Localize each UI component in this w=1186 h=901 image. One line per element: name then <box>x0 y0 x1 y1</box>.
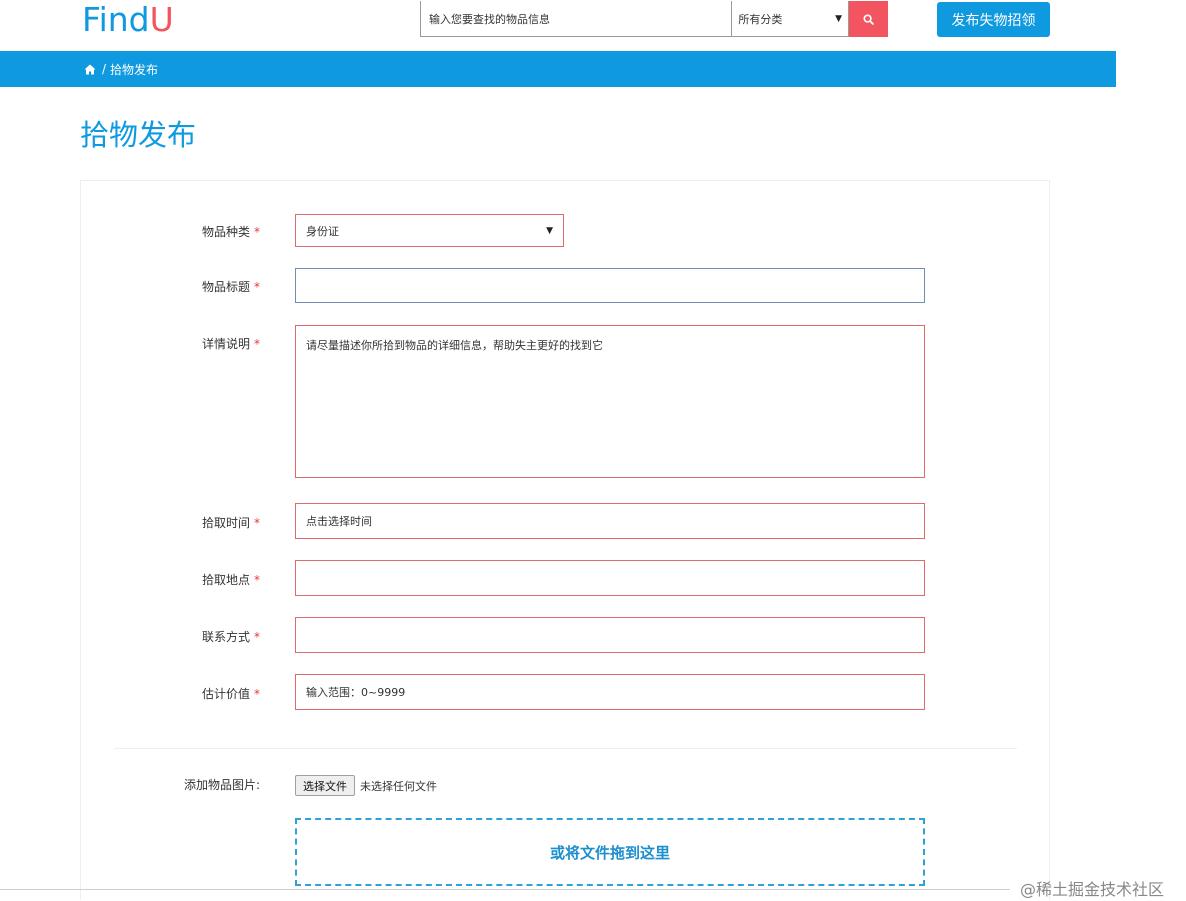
file-dropzone[interactable]: 或将文件拖到这里 <box>295 818 925 886</box>
breadcrumb: / 拾物发布 <box>0 51 1116 87</box>
choose-file-button[interactable]: 选择文件 <box>295 775 355 796</box>
required-mark: * <box>254 516 260 530</box>
item-type-label-text: 物品种类 <box>201 225 250 239</box>
item-type-label: 物品种类 * <box>80 223 260 240</box>
page-title: 拾物发布 <box>80 118 197 152</box>
page-bottom-line <box>0 889 1010 890</box>
search-bar: 输入您要查找的物品信息 所有分类 ▼ <box>420 1 888 37</box>
required-mark: * <box>254 573 260 587</box>
pick-time-label: 拾取时间 * <box>80 514 260 531</box>
pick-place-label-text: 拾取地点 <box>201 573 250 587</box>
top-header: FindU 输入您要查找的物品信息 所有分类 ▼ 发布失物招领 <box>0 0 1116 51</box>
category-select-value: 所有分类 <box>738 12 783 26</box>
breadcrumb-separator: / <box>102 62 107 76</box>
category-select[interactable]: 所有分类 ▼ <box>731 1 850 37</box>
required-mark: * <box>254 280 260 294</box>
value-input[interactable]: 输入范围：0~9999 <box>295 674 925 710</box>
required-mark: * <box>254 225 260 239</box>
logo[interactable]: FindU <box>82 0 174 40</box>
logo-text-u: U <box>149 0 174 39</box>
details-label: 详情说明 * <box>80 335 260 352</box>
pick-time-label-text: 拾取时间 <box>201 516 250 530</box>
required-mark: * <box>254 630 260 644</box>
value-label-text: 估计价值 <box>201 687 250 701</box>
item-title-input[interactable] <box>295 268 925 303</box>
search-button[interactable] <box>849 1 888 37</box>
contact-label: 联系方式 * <box>80 628 260 645</box>
section-divider <box>114 748 1017 749</box>
search-input[interactable]: 输入您要查找的物品信息 <box>420 1 732 37</box>
file-status-text: 未选择任何文件 <box>360 780 437 793</box>
caret-down-icon: ▼ <box>835 13 843 24</box>
required-mark: * <box>254 337 260 351</box>
contact-label-text: 联系方式 <box>201 630 250 644</box>
search-icon <box>863 13 874 25</box>
pick-place-label: 拾取地点 * <box>80 571 260 588</box>
home-icon[interactable] <box>84 64 96 75</box>
logo-text-find: Find <box>82 0 150 39</box>
breadcrumb-current: 拾物发布 <box>110 62 159 77</box>
pick-place-input[interactable] <box>295 560 925 596</box>
item-type-select[interactable]: 身份证 ▼ <box>295 214 564 247</box>
pick-time-input[interactable]: 点击选择时间 <box>295 503 925 539</box>
details-textarea[interactable]: 请尽量描述你所拾到物品的详细信息，帮助失主更好的找到它 <box>295 325 925 478</box>
contact-input[interactable] <box>295 617 925 653</box>
item-title-label-text: 物品标题 <box>201 280 250 294</box>
image-upload-label: 添加物品图片: <box>183 778 260 792</box>
publish-lost-found-button[interactable]: 发布失物招领 <box>937 2 1050 37</box>
value-label: 估计价值 * <box>80 685 260 702</box>
caret-down-icon: ▼ <box>546 225 553 236</box>
item-title-label: 物品标题 * <box>80 278 260 295</box>
required-mark: * <box>254 687 260 701</box>
details-label-text: 详情说明 <box>201 337 250 351</box>
item-type-select-value: 身份证 <box>306 224 339 238</box>
dropzone-text: 或将文件拖到这里 <box>549 843 670 862</box>
watermark: @稀土掘金技术社区 <box>1020 880 1165 899</box>
